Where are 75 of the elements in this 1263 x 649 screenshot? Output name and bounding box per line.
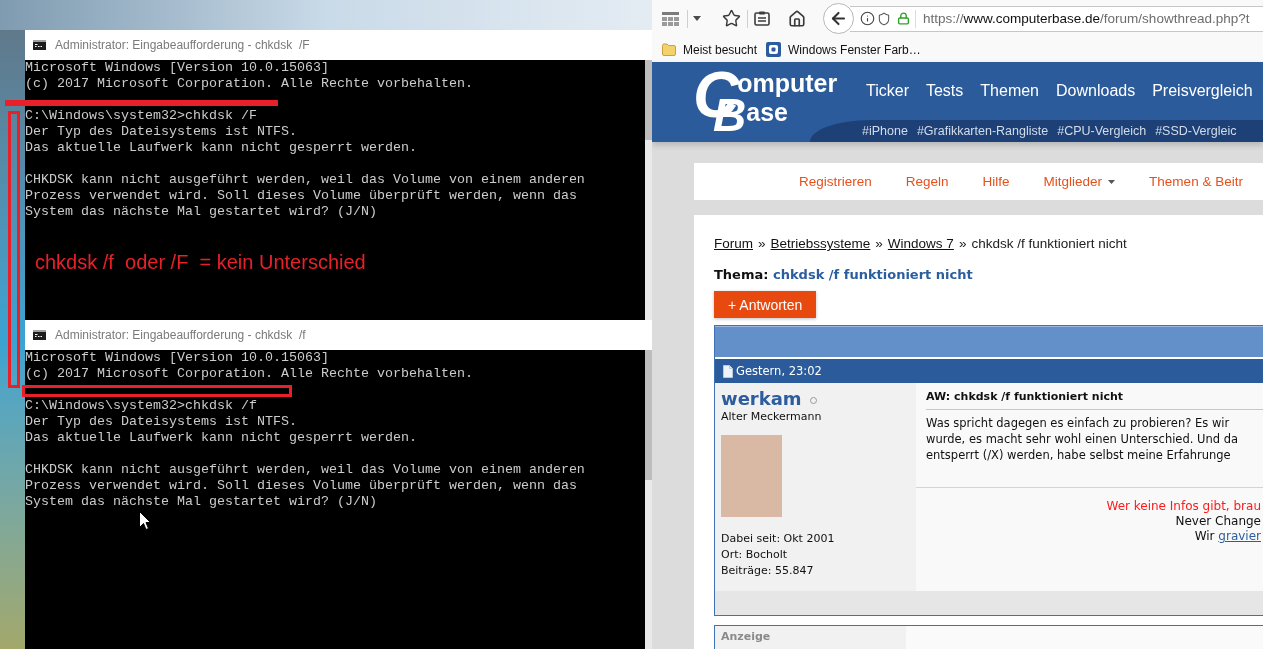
- console-line: C:\Windows\system32>chkdsk /F: [25, 108, 257, 124]
- console-line: Prozess verwendet wird. Soll dieses Volume überprüft werden, wenn das: [25, 188, 577, 204]
- user-detail: Beiträge: 55.847: [721, 563, 814, 579]
- window-title: Administrator: Eingabeaufforderung - chkdsk /f: [55, 327, 306, 343]
- thread-title: Thema: chkdsk /f funktioniert nicht: [714, 267, 973, 283]
- forum-nav-link[interactable]: Themen & Beitr: [1149, 172, 1243, 191]
- hashtag-link[interactable]: #CPU-Vergleich: [1057, 123, 1147, 139]
- post-text: Was spricht dagegen es einfach zu probieren? Es wir wurde, es macht sehr wohl einen Unterschied. Und da entsperrt (/X) werden, habe selbst meine Erfahrunge: [926, 415, 1239, 463]
- reply-button[interactable]: + Antworten: [714, 291, 817, 318]
- bookmark-item[interactable]: Meist besucht: [662, 41, 758, 58]
- annotation-text: chkdsk /f oder /F = kein Unterschied: [35, 250, 366, 274]
- console-line: Microsoft Windows [Version 10.0.15063]: [25, 60, 329, 76]
- console-line: Das aktuelle Laufwerk kann nicht gesperrt werden.: [25, 430, 417, 446]
- list-icon[interactable]: [754, 11, 770, 26]
- signature-line: Wer keine Infos gibt, brau: [1106, 499, 1261, 514]
- console-icon: [33, 40, 46, 50]
- breadcrumb-separator: »: [758, 236, 766, 252]
- bookmark-item[interactable]: Windows Fenster Farb…: [766, 41, 921, 58]
- breadcrumb-separator: »: [958, 236, 967, 252]
- forum-nav-link[interactable]: Regeln: [905, 172, 949, 191]
- console-line: C:\Windows\system32>chkdsk /f: [25, 398, 257, 414]
- console-line: System das nächste Mal gestartet wird? (J/N): [25, 204, 377, 220]
- site-favicon-icon: [766, 42, 782, 57]
- console-line: CHKDSK kann nicht ausgeführt werden, weil das Volume von einem anderen: [25, 462, 585, 478]
- folder-icon: [662, 43, 676, 56]
- mouse-pointer-icon: [139, 511, 151, 530]
- ad-label: Anzeige: [721, 630, 771, 644]
- nav-link[interactable]: Tests: [925, 81, 964, 101]
- scrollbar-thumb[interactable]: [645, 60, 652, 140]
- console-line: CHKDSK kann nicht ausgeführt werden, weil das Volume von einem anderen: [25, 172, 585, 188]
- caret-icon[interactable]: [693, 16, 701, 21]
- forum-nav-link[interactable]: Mitglieder: [1043, 172, 1116, 191]
- username-link[interactable]: werkam: [721, 388, 802, 410]
- nav-link[interactable]: Preisvergleich: [1152, 81, 1253, 101]
- nav-link[interactable]: Themen: [980, 81, 1039, 101]
- back-button[interactable]: [823, 3, 854, 34]
- console-line: Das aktuelle Laufwerk kann nicht gesperrt werden.: [25, 140, 417, 156]
- breadcrumb-link[interactable]: Windows 7: [887, 236, 954, 252]
- console-line: System das nächste Mal gestartet wird? (J/N): [25, 494, 377, 510]
- console-line: Der Typ des Dateisystems ist NTFS.: [25, 414, 297, 430]
- home-icon[interactable]: [788, 9, 806, 28]
- forum-nav-link[interactable]: Hilfe: [982, 172, 1010, 191]
- signature-line: Never Change: [1175, 514, 1261, 529]
- breadcrumb-link[interactable]: Forum: [714, 236, 753, 252]
- console-line: (c) 2017 Microsoft Corporation. Alle Rechte vorbehalten.: [25, 76, 473, 92]
- signature-link[interactable]: gravier: [1218, 529, 1261, 543]
- user-detail: Dabei seit: Okt 2001: [721, 531, 835, 547]
- hashtag-link[interactable]: #SSD-Vergleic: [1155, 123, 1237, 139]
- breadcrumb-separator: »: [875, 236, 883, 252]
- nav-link[interactable]: Ticker: [866, 81, 909, 101]
- info-icon[interactable]: [860, 11, 875, 26]
- console-line: (c) 2017 Microsoft Corporation. Alle Rechte vorbehalten.: [25, 366, 473, 382]
- post-date: Gestern, 23:02: [736, 364, 822, 378]
- console-line: Prozess verwendet wird. Soll dieses Volume überprüft werden, wenn das: [25, 478, 577, 494]
- console-line: Microsoft Windows [Version 10.0.15063]: [25, 350, 329, 366]
- hashtag-link[interactable]: #Grafikkarten-Rangliste: [916, 123, 1049, 139]
- breadcrumb-current: chkdsk /f funktioniert nicht: [971, 236, 1127, 252]
- url-field[interactable]: https://www.computerbase.de/forum/showthread.php?t: [850, 5, 1263, 32]
- hashtag-link[interactable]: #iPhone: [862, 123, 908, 139]
- scrollbar-thumb[interactable]: [645, 350, 652, 480]
- nav-link[interactable]: Downloads: [1056, 81, 1136, 101]
- post-title: AW: chkdsk /f funktioniert nicht: [926, 390, 1124, 404]
- grid-icon[interactable]: [662, 11, 679, 26]
- document-icon: [723, 364, 733, 378]
- signature-line: Wir gravier: [1194, 529, 1261, 544]
- lock-icon[interactable]: [897, 12, 910, 25]
- forum-nav-link[interactable]: Registrieren: [799, 172, 872, 191]
- shield-icon[interactable]: [877, 11, 891, 26]
- console-line: Der Typ des Dateisystems ist NTFS.: [25, 124, 297, 140]
- user-rank: Alter Meckermann: [721, 410, 822, 424]
- user-detail: Ort: Bocholt: [721, 547, 788, 563]
- window-title: Administrator: Eingabeaufforderung - chkdsk /F: [55, 37, 310, 53]
- breadcrumb-link[interactable]: Betriebssysteme: [770, 236, 871, 252]
- console-icon: [33, 330, 46, 340]
- star-icon[interactable]: [722, 9, 741, 28]
